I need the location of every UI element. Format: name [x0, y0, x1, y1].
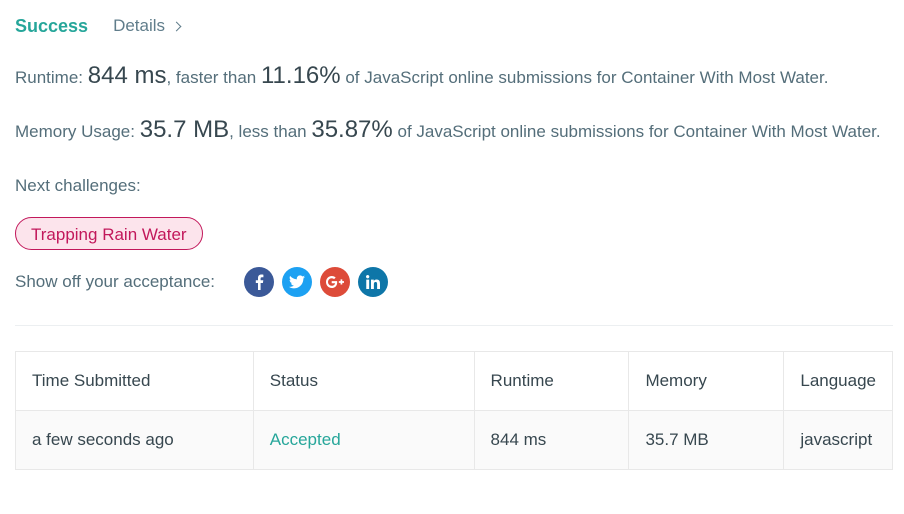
twitter-share-button[interactable]	[282, 267, 313, 297]
share-row: Show off your acceptance:	[15, 266, 396, 298]
challenge-link-trapping-rain-water[interactable]: Trapping Rain Water	[15, 217, 203, 250]
result-status: Success	[15, 15, 89, 36]
table-row: a few seconds ago Accepted 844 ms 35.7 M…	[15, 410, 893, 470]
memory-comparison: , less than	[229, 122, 307, 141]
table-header-row: Time Submitted Status Runtime Memory Lan…	[15, 351, 893, 411]
cell-runtime: 844 ms	[473, 410, 630, 470]
memory-value: 35.7 MB	[139, 116, 230, 143]
column-header-language: Language	[783, 351, 893, 411]
facebook-share-button[interactable]	[244, 267, 275, 297]
runtime-percent: 11.16%	[260, 62, 341, 89]
column-header-runtime: Runtime	[473, 351, 630, 411]
memory-percent: 35.87%	[311, 116, 393, 143]
details-link[interactable]: Details	[113, 16, 182, 36]
facebook-icon	[255, 274, 264, 290]
memory-label: Memory Usage:	[15, 122, 135, 141]
result-header: Success Details	[15, 14, 182, 38]
column-header-memory: Memory	[628, 351, 785, 411]
google-plus-share-button[interactable]	[320, 267, 351, 297]
google-plus-icon	[326, 276, 345, 288]
next-challenges-label: Next challenges:	[15, 176, 141, 195]
cell-memory: 35.7 MB	[628, 410, 785, 470]
cell-time-submitted: a few seconds ago	[15, 410, 254, 470]
linkedin-share-button[interactable]	[358, 267, 389, 297]
submissions-table: Time Submitted Status Runtime Memory Lan…	[15, 351, 893, 470]
share-label: Show off your acceptance:	[15, 272, 216, 291]
column-header-status: Status	[252, 351, 475, 411]
social-buttons	[244, 267, 396, 297]
twitter-icon	[289, 275, 306, 289]
runtime-label: Runtime:	[15, 68, 84, 87]
chevron-right-icon[interactable]	[171, 21, 182, 32]
column-header-time-submitted: Time Submitted	[15, 351, 254, 411]
divider	[15, 325, 893, 326]
memory-stat: Memory Usage: 35.7 MB, less than 35.87% …	[15, 116, 881, 144]
runtime-suffix: of JavaScript online submissions for Con…	[345, 68, 829, 87]
details-label[interactable]: Details	[113, 16, 165, 36]
runtime-value: 844 ms	[87, 62, 167, 89]
memory-suffix: of JavaScript online submissions for Con…	[397, 122, 881, 141]
cell-status-link[interactable]: Accepted	[252, 410, 475, 470]
linkedin-icon	[366, 275, 381, 289]
cell-language: javascript	[783, 410, 893, 470]
runtime-comparison: , faster than	[166, 68, 257, 87]
runtime-stat: Runtime: 844 ms, faster than 11.16% of J…	[15, 62, 828, 90]
